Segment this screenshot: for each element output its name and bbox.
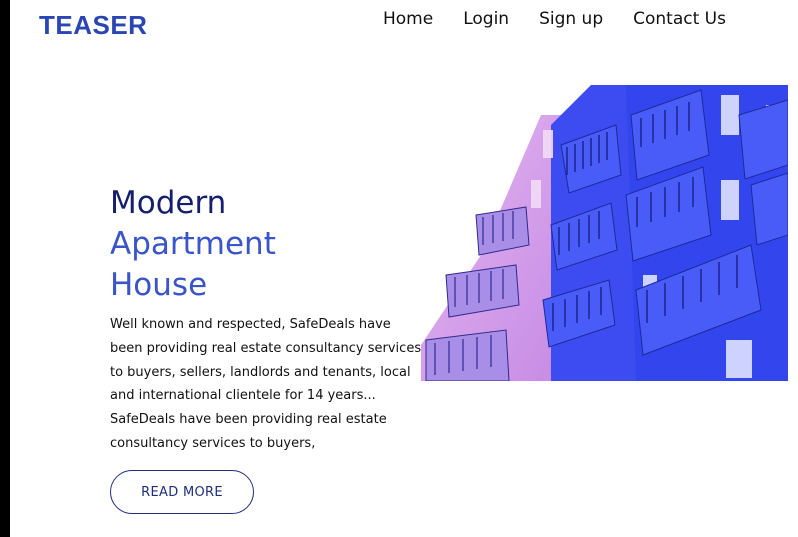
brand-logo[interactable]: TEASER — [39, 10, 147, 41]
left-edge-bar — [0, 0, 10, 537]
hero-title-line1: Modern — [110, 185, 227, 221]
hero-paragraph-2: SafeDeals have been providing real estat… — [110, 412, 387, 451]
main-nav: Home Login Sign up Contact Us — [383, 8, 726, 30]
hero-title-line2: Apartment — [110, 226, 276, 262]
hero-title-line3: House — [110, 267, 208, 303]
hero-paragraph-1: Well known and respected, SafeDeals have… — [110, 317, 422, 404]
hero-description: Well known and respected, SafeDeals have… — [110, 313, 422, 456]
read-more-button[interactable]: READ MORE — [110, 470, 254, 514]
nav-home[interactable]: Home — [383, 8, 433, 30]
nav-sign-up[interactable]: Sign up — [539, 8, 603, 30]
nav-login[interactable]: Login — [463, 8, 509, 30]
hero-title: Modern Apartment House — [110, 183, 276, 306]
apartment-building-image — [421, 85, 788, 381]
nav-contact-us[interactable]: Contact Us — [633, 8, 726, 30]
